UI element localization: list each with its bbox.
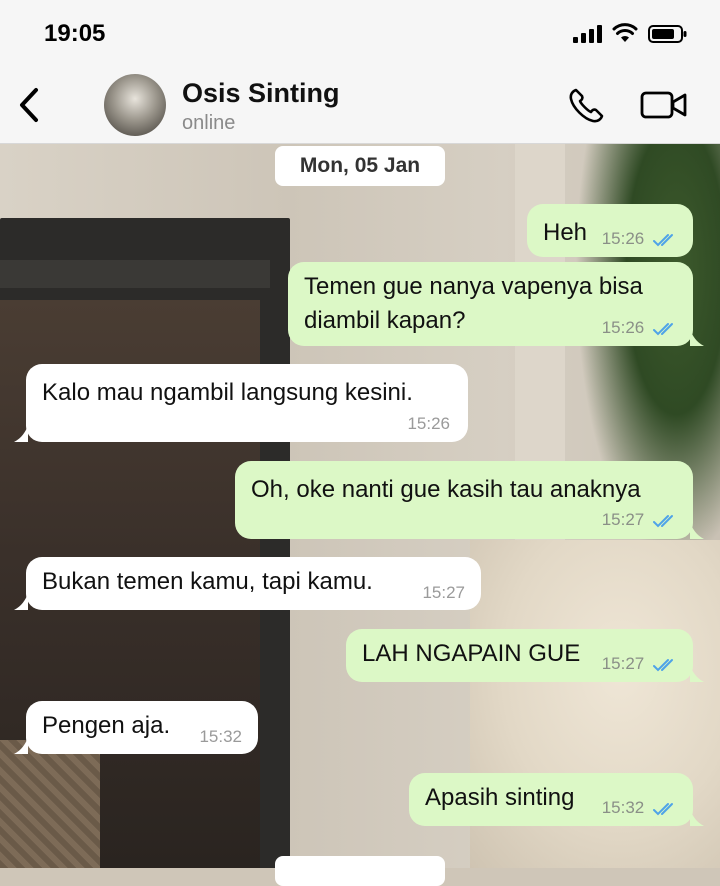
bubble-tail xyxy=(14,594,28,610)
message-bubble-incoming[interactable]: Pengen aja. 15:32 xyxy=(26,701,258,754)
double-check-read-icon xyxy=(653,233,673,246)
message-time: 15:26 xyxy=(407,414,450,433)
message-time: 15:26 xyxy=(601,318,645,337)
message-meta: 15:32 xyxy=(602,798,679,818)
message-text: Pengen aja. xyxy=(42,712,171,739)
date-separator-partial xyxy=(275,856,445,886)
message-time: 15:27 xyxy=(422,583,465,602)
wifi-icon xyxy=(612,23,638,42)
message-bubble-outgoing[interactable]: LAH NGAPAIN GUE 15:27 xyxy=(346,629,693,682)
message-meta: 15:26 xyxy=(602,318,679,338)
message-text: Temen gue nanya vapenya bisa diambil kap… xyxy=(304,270,643,338)
message-text: LAH NGAPAIN GUE xyxy=(362,640,581,667)
message-text: Apasih sinting xyxy=(425,784,575,811)
bubble-tail xyxy=(690,666,704,682)
message-meta: 15:26 xyxy=(602,229,679,249)
chat-header: 19:05 Osis Sinting online xyxy=(0,0,720,144)
message-bubble-outgoing[interactable]: Temen gue nanya vapenya bisa diambil kap… xyxy=(288,262,693,346)
bubble-tail xyxy=(14,426,28,442)
message-bubble-outgoing[interactable]: Apasih sinting 15:32 xyxy=(409,773,693,826)
wallpaper-fireplace-frame xyxy=(0,260,270,288)
double-check-read-icon xyxy=(653,658,673,671)
message-meta: 15:27 xyxy=(602,510,679,530)
message-text: Bukan temen kamu, tapi kamu. xyxy=(42,568,373,595)
cellular-signal-icon xyxy=(573,25,602,43)
message-bubble-incoming[interactable]: Bukan temen kamu, tapi kamu. 15:27 xyxy=(26,557,481,610)
message-text-line: diambil kapan? xyxy=(304,307,466,334)
message-time: 15:27 xyxy=(601,654,645,673)
voice-call-icon[interactable] xyxy=(566,86,606,126)
bubble-tail xyxy=(14,738,28,754)
status-time: 19:05 xyxy=(44,20,106,47)
message-time: 15:32 xyxy=(601,798,645,817)
back-chevron-icon[interactable] xyxy=(14,84,44,126)
message-text-line: Temen gue nanya vapenya bisa xyxy=(304,273,643,300)
message-meta: 15:27 xyxy=(602,654,679,674)
contact-avatar[interactable] xyxy=(104,74,166,136)
wallpaper-basket xyxy=(0,740,100,868)
message-time: 15:32 xyxy=(199,727,242,746)
double-check-read-icon xyxy=(653,322,673,335)
bubble-tail xyxy=(690,810,704,826)
double-check-read-icon xyxy=(653,802,673,815)
message-text: Heh xyxy=(543,219,588,246)
message-time: 15:27 xyxy=(601,510,645,529)
message-text: Oh, oke nanti gue kasih tau anaknya xyxy=(251,476,641,503)
bubble-tail xyxy=(690,330,704,346)
double-check-read-icon xyxy=(653,514,673,527)
video-call-icon[interactable] xyxy=(640,88,688,122)
message-bubble-incoming[interactable]: Kalo mau ngambil langsung kesini. 15:26 xyxy=(26,364,468,442)
battery-icon xyxy=(648,25,687,43)
contact-name[interactable]: Osis Sinting xyxy=(182,78,340,109)
message-bubble-outgoing[interactable]: Heh 15:26 xyxy=(527,204,693,257)
bubble-tail xyxy=(690,523,704,539)
message-text: Kalo mau ngambil langsung kesini. xyxy=(42,379,413,406)
message-time: 15:26 xyxy=(601,229,645,248)
message-bubble-outgoing[interactable]: Oh, oke nanti gue kasih tau anaknya 15:2… xyxy=(235,461,693,539)
date-separator: Mon, 05 Jan xyxy=(275,146,445,186)
contact-status: online xyxy=(182,112,236,134)
